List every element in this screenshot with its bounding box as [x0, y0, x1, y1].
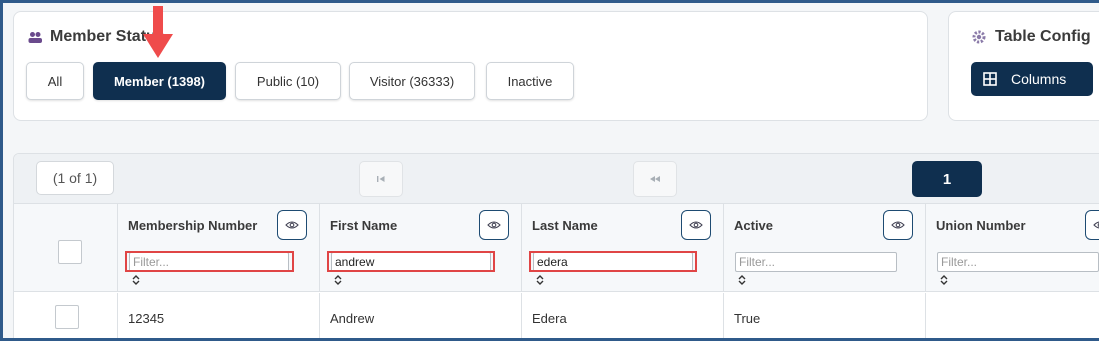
column-header-membership-number: Membership Number [118, 204, 320, 292]
table-config-panel: Table Config Columns [948, 11, 1099, 121]
cell-union-number [926, 293, 1099, 338]
select-all-checkbox[interactable] [58, 240, 82, 264]
header-label: Union Number [936, 218, 1026, 233]
grid-icon [983, 72, 997, 86]
union-number-filter[interactable] [937, 252, 1099, 272]
members-table: (1 of 1) 1 Membership Number Filter... F… [13, 153, 1099, 338]
sort-icon[interactable] [131, 274, 141, 286]
columns-button[interactable]: Columns [971, 62, 1093, 96]
sort-icon[interactable] [333, 274, 343, 286]
previous-page-button[interactable] [633, 161, 677, 197]
previous-page-icon [650, 176, 660, 182]
first-page-icon [377, 176, 385, 182]
paginator: (1 of 1) 1 [14, 154, 1099, 204]
eye-icon [1093, 221, 1099, 229]
column-header-first-name: First Name [320, 204, 522, 292]
eye-icon [891, 221, 905, 229]
annotation-arrow-icon [143, 6, 173, 58]
table-config-heading: Table Config [971, 28, 1091, 46]
column-header-active: Active [724, 204, 926, 292]
filter-inactive-button[interactable]: Inactive [486, 62, 574, 100]
toggle-visibility-button[interactable] [681, 210, 711, 240]
toggle-visibility-button[interactable] [883, 210, 913, 240]
active-filter[interactable] [735, 252, 897, 272]
select-column-header [14, 204, 118, 292]
eye-icon [285, 221, 299, 229]
page-1-button[interactable]: 1 [912, 161, 982, 197]
toggle-visibility-button[interactable] [479, 210, 509, 240]
header-label: First Name [330, 218, 398, 233]
app-frame: Member Status All Member (1398) Public (… [0, 0, 1099, 341]
sort-icon[interactable] [939, 274, 949, 286]
eye-icon [487, 221, 501, 229]
filter-member-button[interactable]: Member (1398) [93, 62, 226, 100]
last-name-filter[interactable] [533, 252, 693, 272]
first-name-filter[interactable] [331, 252, 491, 272]
table-row [14, 293, 118, 338]
sort-icon[interactable] [535, 274, 545, 286]
filter-all-button[interactable]: All [26, 62, 84, 100]
membership-number-filter[interactable] [129, 252, 289, 272]
cell-membership-number: 12345 [118, 293, 320, 338]
header-label: Membership Number [128, 218, 258, 233]
first-page-button[interactable] [359, 161, 403, 197]
eye-icon [689, 221, 703, 229]
column-header-last-name: Last Name [522, 204, 724, 292]
cell-active: True [724, 293, 926, 338]
filter-visitor-button[interactable]: Visitor (36333) [349, 62, 475, 100]
header-label: Last Name [532, 218, 598, 233]
cell-first-name: Andrew [320, 293, 522, 338]
table-config-title: Table Config [995, 28, 1091, 45]
cell-last-name: Edera [522, 293, 724, 338]
toggle-visibility-button[interactable] [1085, 210, 1099, 240]
toggle-visibility-button[interactable] [277, 210, 307, 240]
header-label: Active [734, 218, 774, 233]
row-select-checkbox[interactable] [55, 305, 79, 329]
columns-label: Columns [1011, 71, 1067, 87]
gear-icon [972, 30, 986, 44]
page-info: (1 of 1) [36, 161, 114, 195]
sort-icon[interactable] [737, 274, 747, 286]
column-header-union-number: Union Number [926, 204, 1099, 292]
filter-public-button[interactable]: Public (10) [235, 62, 341, 100]
users-icon [28, 32, 42, 43]
